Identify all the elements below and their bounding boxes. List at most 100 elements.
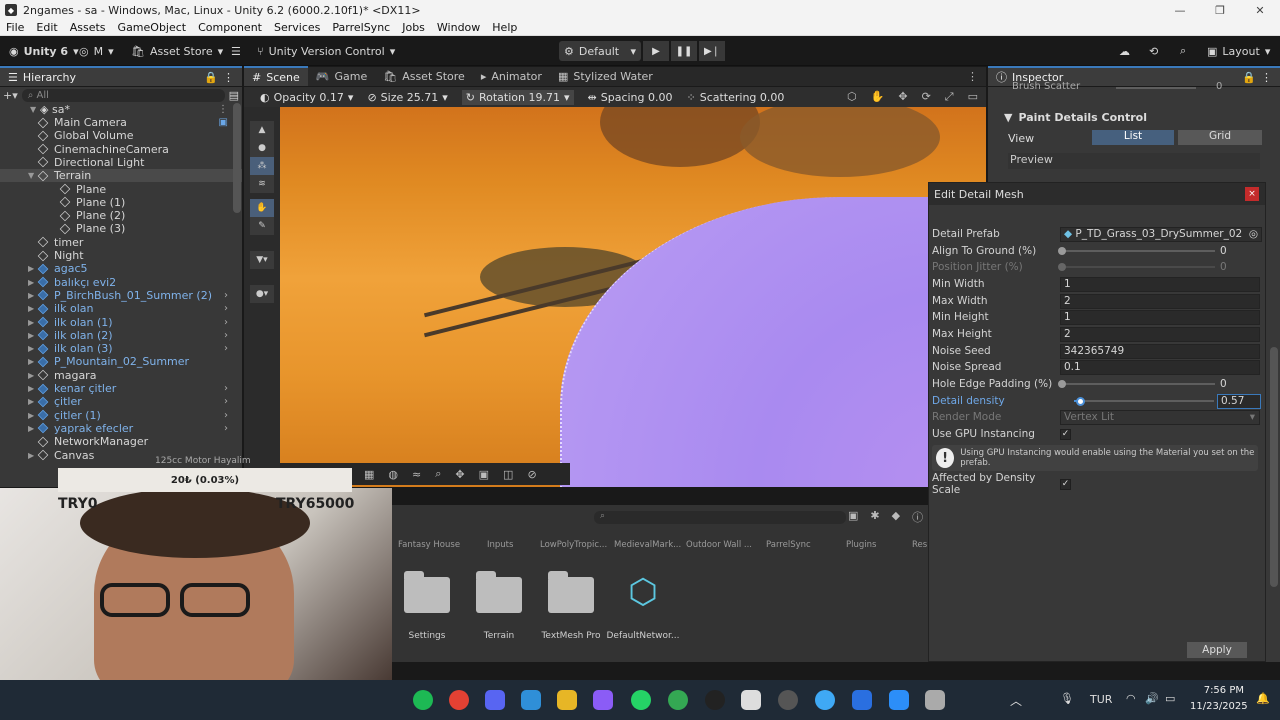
expand-arrow-icon[interactable]: ▼	[30, 105, 40, 114]
more-icon[interactable]: ⋮	[223, 71, 234, 84]
hierarchy-item[interactable]: ▶ balıkçı evi2	[0, 276, 242, 289]
gizmo-icon[interactable]: ◫	[503, 468, 513, 481]
folder-label[interactable]: MedievalMark...	[614, 540, 681, 550]
layout-dropdown[interactable]: ▣ Layout ▾	[1202, 41, 1275, 61]
expand-arrow-icon[interactable]: ▶	[28, 371, 38, 380]
expand-arrow-icon[interactable]: ▶	[28, 424, 38, 433]
hierarchy-item[interactable]: NetworkManager	[0, 435, 242, 448]
folder-label[interactable]: Inputs	[487, 540, 513, 550]
rotation-dropdown[interactable]: ↻ Rotation 19.71 ▾	[461, 89, 574, 105]
hierarchy-item[interactable]: ▶ çitler (1) ›	[0, 409, 242, 422]
hierarchy-item[interactable]: Directional Light	[0, 156, 242, 169]
chrome-profile-icon[interactable]	[668, 690, 688, 710]
lock-icon[interactable]: 🔒	[204, 71, 218, 84]
hierarchy-item[interactable]: ▶ P_BirchBush_01_Summer (2) ›	[0, 289, 242, 302]
expand-arrow-icon[interactable]: ▶	[28, 331, 38, 340]
add-icon[interactable]: +▾	[3, 89, 18, 102]
move-icon[interactable]: ✥	[898, 90, 907, 104]
tab-stylized-water[interactable]: ▦ Stylized Water	[550, 66, 661, 86]
hierarchy-item[interactable]: ▶ ilk olan (2) ›	[0, 329, 242, 342]
app-icon[interactable]	[557, 690, 577, 710]
hierarchy-item[interactable]: Plane	[0, 183, 242, 196]
maximize-button[interactable]: ❐	[1200, 0, 1240, 20]
chevron-right-icon[interactable]: ›	[224, 410, 228, 421]
rect-tool-icon[interactable]: ▭	[968, 90, 978, 104]
unity-hub-icon[interactable]	[741, 690, 761, 710]
expand-arrow-icon[interactable]: ▶	[28, 318, 38, 327]
size-dropdown[interactable]: ⊘ Size 25.71 ▾	[367, 91, 447, 104]
tab-asset-store[interactable]: 🛍 Asset Store	[375, 66, 473, 86]
folder-label[interactable]: Fantasy House	[398, 540, 460, 550]
max-height-field[interactable]: 2	[1060, 326, 1260, 342]
menu-edit[interactable]: Edit	[30, 21, 63, 34]
spacing-field[interactable]: ⇹ Spacing 0.00	[588, 91, 673, 104]
battery-icon[interactable]: ▭	[1165, 692, 1175, 705]
hole-edge-value[interactable]: 0	[1220, 378, 1227, 390]
hole-edge-slider[interactable]	[1058, 380, 1215, 388]
clock-date[interactable]: 11/23/2025	[1190, 701, 1248, 712]
prefab-script-icon[interactable]: ⬡	[620, 569, 666, 615]
min-width-field[interactable]: 1	[1060, 276, 1260, 292]
grid-icon[interactable]: ▦	[364, 468, 374, 481]
expand-arrow-icon[interactable]: ▶	[28, 278, 38, 287]
menu-file[interactable]: File	[0, 21, 30, 34]
folder-icon[interactable]	[476, 571, 522, 613]
min-height-field[interactable]: 1	[1060, 309, 1260, 325]
language-indicator[interactable]: TUR	[1090, 693, 1112, 706]
folder-label[interactable]: LowPolyTropic...	[540, 540, 607, 550]
discord-icon[interactable]	[485, 690, 505, 710]
search-icon[interactable]: ⌕	[1175, 41, 1191, 61]
filter-icon[interactable]: ▼▾	[250, 251, 274, 269]
whatsapp-icon[interactable]	[631, 690, 651, 710]
app-icon[interactable]	[815, 690, 835, 710]
vscode-icon[interactable]	[889, 690, 909, 710]
brush-scatter-slider[interactable]	[1116, 87, 1196, 89]
github-icon[interactable]	[705, 690, 725, 710]
scattering-field[interactable]: ⁘ Scattering 0.00	[687, 91, 785, 104]
chevron-right-icon[interactable]: ›	[224, 383, 228, 394]
hierarchy-scrollbar[interactable]	[233, 103, 241, 213]
brush-shape-icon[interactable]: ●▾	[250, 285, 274, 303]
label-icon[interactable]: ◆	[892, 509, 900, 525]
expand-arrow-icon[interactable]: ▶	[28, 411, 38, 420]
paint-trees-icon[interactable]: ⁂	[250, 157, 274, 175]
menu-component[interactable]: Component	[192, 21, 268, 34]
more-icon[interactable]: ⋮	[959, 66, 986, 86]
inspector-scrollbar[interactable]	[1270, 347, 1278, 587]
chevron-right-icon[interactable]: ›	[224, 330, 228, 341]
hierarchy-item[interactable]: ▶ ilk olan ›	[0, 302, 242, 315]
hand-icon[interactable]: ✋	[871, 90, 885, 104]
paint-icon[interactable]: ✎	[250, 217, 274, 235]
chrome-icon[interactable]	[449, 690, 469, 710]
folder-label[interactable]: Res	[912, 540, 927, 550]
view-grid-button[interactable]: Grid	[1178, 130, 1262, 145]
notification-icon[interactable]: 🔔	[1256, 692, 1270, 705]
menu-parrelsync[interactable]: ParrelSync	[326, 21, 396, 34]
chevron-right-icon[interactable]: ›	[224, 290, 228, 301]
chevron-right-icon[interactable]: ›	[224, 303, 228, 314]
layers-icon[interactable]: ≈	[412, 468, 421, 481]
slider-knob[interactable]	[1076, 397, 1085, 406]
security-icon[interactable]	[852, 690, 872, 710]
history-icon[interactable]: ⟲	[1144, 41, 1163, 61]
slider-knob[interactable]	[1058, 380, 1066, 388]
noise-seed-field[interactable]: 342365749	[1060, 343, 1260, 359]
slider-knob[interactable]	[1058, 247, 1066, 255]
preset-dropdown[interactable]: ⚙ Default ▾	[559, 41, 641, 61]
hierarchy-item[interactable]: Plane (1)	[0, 196, 242, 209]
expand-arrow-icon[interactable]: ▶	[28, 451, 38, 460]
tab-scene[interactable]: # Scene	[244, 66, 308, 86]
hierarchy-item[interactable]: timer	[0, 236, 242, 249]
hierarchy-item[interactable]: ▶ yaprak efecler ›	[0, 422, 242, 435]
hierarchy-item[interactable]: ▶ agac5	[0, 262, 242, 275]
scene-root-row[interactable]: ▼ ◈ sa* ⋮	[0, 103, 242, 116]
app-icon[interactable]	[778, 690, 798, 710]
align-value[interactable]: 0	[1220, 245, 1227, 257]
tray-up-icon[interactable]: ︿	[1010, 692, 1022, 709]
settings-brush-icon[interactable]: ✋	[250, 199, 274, 217]
folder-label[interactable]: Outdoor Wall ...	[686, 540, 752, 550]
menu-assets[interactable]: Assets	[64, 21, 112, 34]
hierarchy-item[interactable]: ▶ çitler ›	[0, 395, 242, 408]
object-picker-icon[interactable]: ◎	[1249, 228, 1258, 240]
clock-time[interactable]: 7:56 PM	[1200, 685, 1244, 696]
